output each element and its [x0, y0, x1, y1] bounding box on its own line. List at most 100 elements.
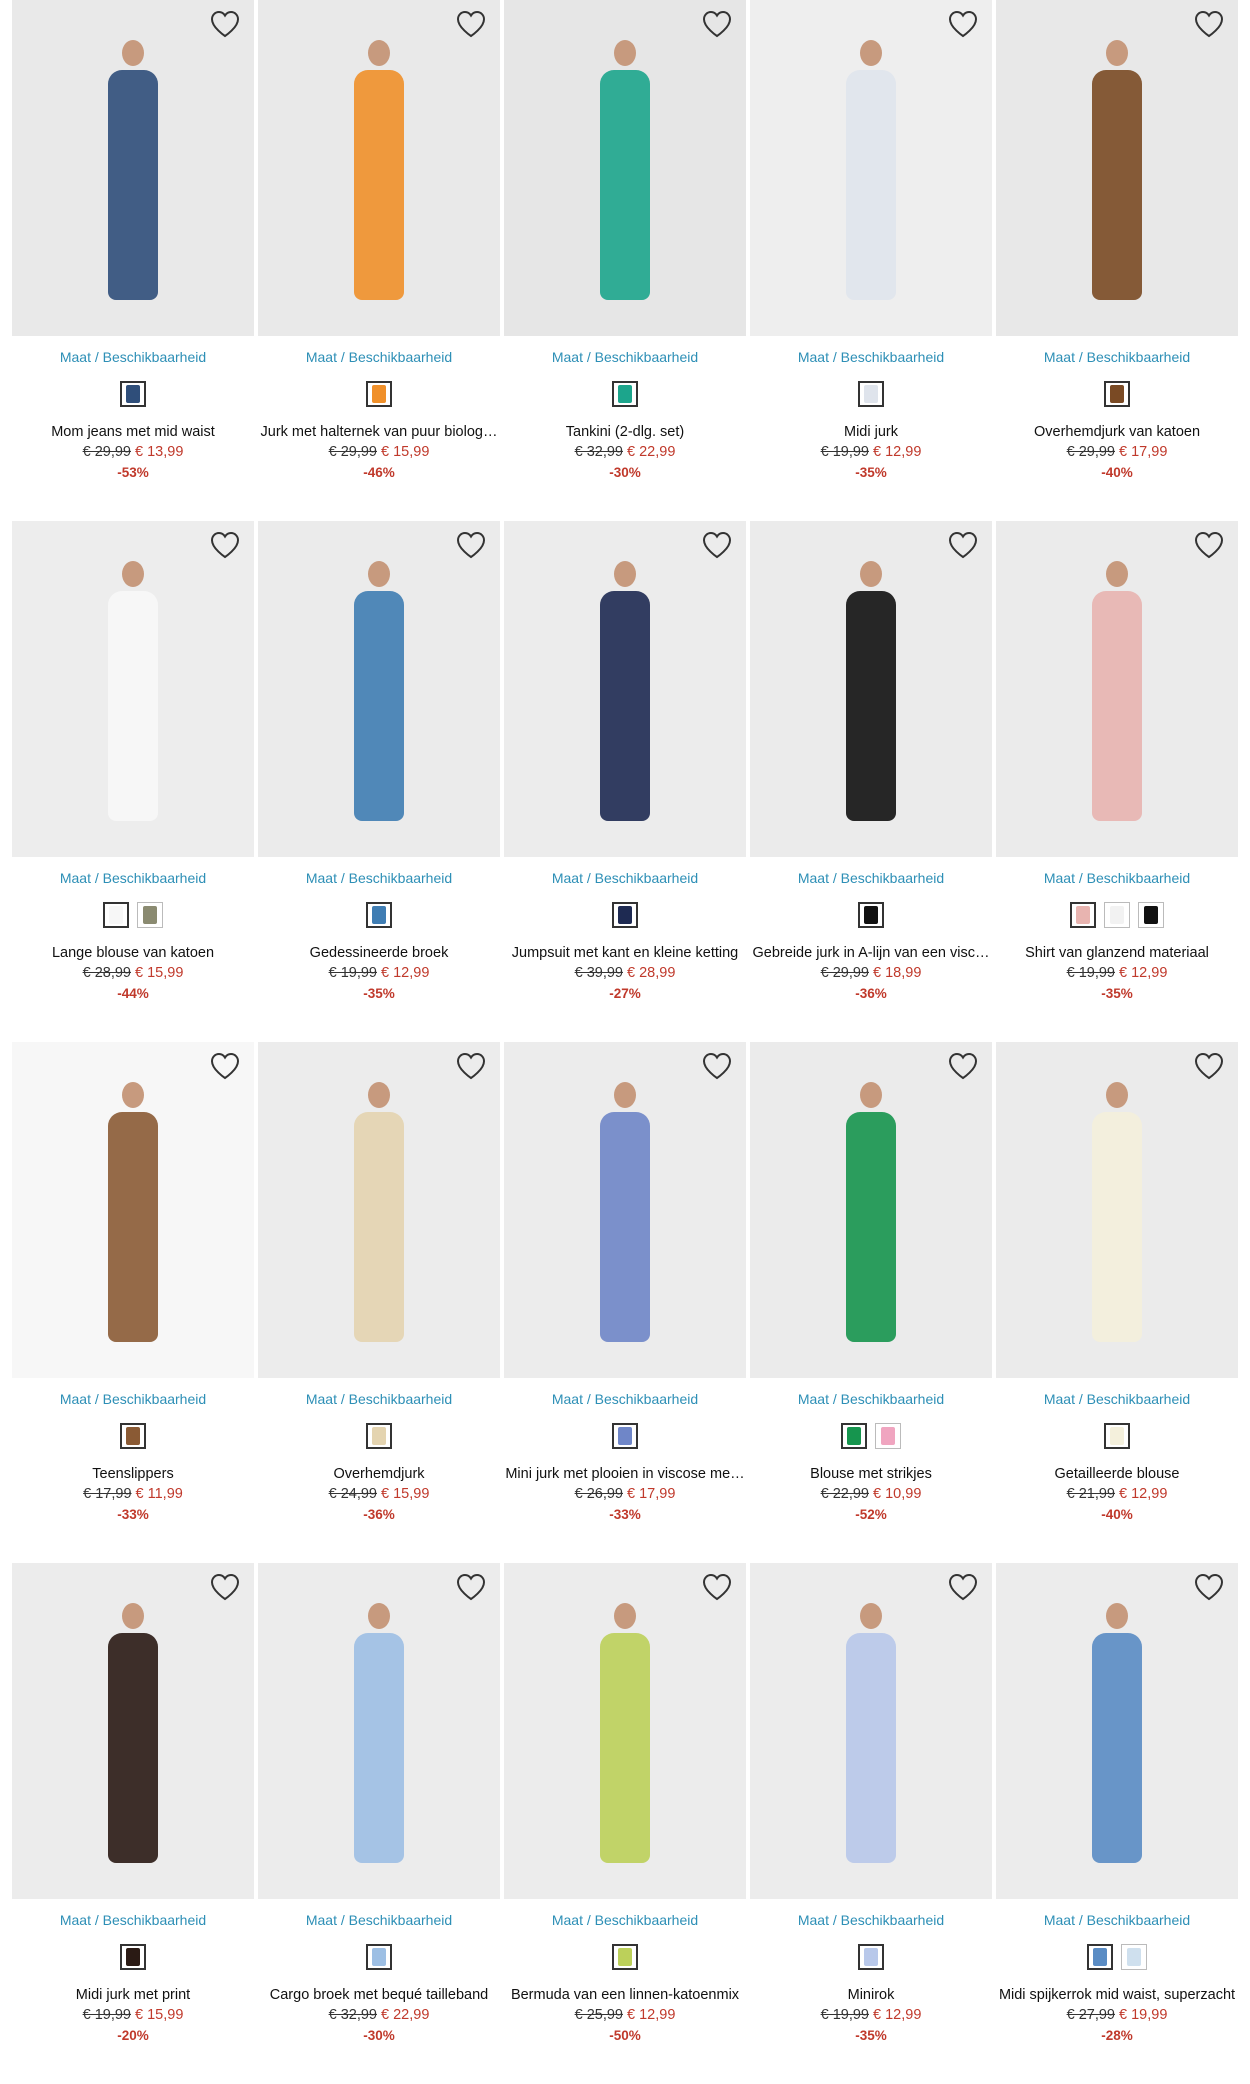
product-image[interactable] [504, 521, 746, 857]
product-image[interactable] [750, 1563, 992, 1899]
color-swatch[interactable] [612, 902, 638, 928]
product-image[interactable] [258, 521, 500, 857]
heart-icon[interactable] [702, 531, 732, 559]
color-swatch[interactable] [120, 381, 146, 407]
product-image[interactable] [996, 0, 1238, 336]
color-swatch[interactable] [612, 1423, 638, 1449]
heart-icon[interactable] [948, 1573, 978, 1601]
heart-icon[interactable] [1194, 1052, 1224, 1080]
size-availability-link[interactable]: Maat / Beschikbaarheid [996, 349, 1238, 365]
color-swatch[interactable] [875, 1423, 901, 1449]
size-availability-link[interactable]: Maat / Beschikbaarheid [12, 1912, 254, 1928]
size-availability-link[interactable]: Maat / Beschikbaarheid [12, 1391, 254, 1407]
product-image[interactable] [12, 521, 254, 857]
product-title[interactable]: Overhemdjurk [258, 1466, 500, 1482]
color-swatch[interactable] [612, 381, 638, 407]
size-availability-link[interactable]: Maat / Beschikbaarheid [258, 349, 500, 365]
product-card[interactable]: Maat / Beschikbaarheid Overhemdjurk € 24,9… [258, 1042, 500, 1563]
color-swatch[interactable] [120, 1944, 146, 1970]
heart-icon[interactable] [210, 531, 240, 559]
color-swatch[interactable] [103, 902, 129, 928]
product-title[interactable]: Teenslippers [12, 1466, 254, 1482]
product-card[interactable]: Maat / Beschikbaarheid Shirt van glanzend… [996, 521, 1238, 1042]
heart-icon[interactable] [948, 10, 978, 38]
product-title[interactable]: Bermuda van een linnen-katoenmix [504, 1987, 746, 2003]
product-title[interactable]: Jumpsuit met kant en kleine ketting [504, 945, 746, 961]
heart-icon[interactable] [1194, 10, 1224, 38]
size-availability-link[interactable]: Maat / Beschikbaarheid [12, 870, 254, 886]
product-image[interactable] [258, 1042, 500, 1378]
product-card[interactable]: Maat / Beschikbaarheid Teenslippers € 17,9… [12, 1042, 254, 1563]
heart-icon[interactable] [948, 1052, 978, 1080]
product-image[interactable] [504, 1563, 746, 1899]
color-swatch[interactable] [137, 902, 163, 928]
size-availability-link[interactable]: Maat / Beschikbaarheid [504, 870, 746, 886]
product-image[interactable] [750, 521, 992, 857]
heart-icon[interactable] [948, 531, 978, 559]
heart-icon[interactable] [702, 1052, 732, 1080]
product-card[interactable]: Maat / Beschikbaarheid Jurk met halternek… [258, 0, 500, 521]
size-availability-link[interactable]: Maat / Beschikbaarheid [258, 1391, 500, 1407]
heart-icon[interactable] [1194, 1573, 1224, 1601]
product-card[interactable]: Maat / Beschikbaarheid Midi jurk € 19,99 € … [750, 0, 992, 521]
size-availability-link[interactable]: Maat / Beschikbaarheid [504, 1391, 746, 1407]
color-swatch[interactable] [1104, 1423, 1130, 1449]
heart-icon[interactable] [702, 10, 732, 38]
product-title[interactable]: Mini jurk met plooien in viscose me… [504, 1466, 746, 1482]
product-card[interactable]: Maat / Beschikbaarheid Tankini (2-dlg. se… [504, 0, 746, 521]
product-image[interactable] [12, 1042, 254, 1378]
product-title[interactable]: Cargo broek met bequé tailleband [258, 1987, 500, 2003]
product-card[interactable]: Maat / Beschikbaarheid Gedessineerde broe… [258, 521, 500, 1042]
size-availability-link[interactable]: Maat / Beschikbaarheid [750, 1391, 992, 1407]
color-swatch[interactable] [1087, 1944, 1113, 1970]
size-availability-link[interactable]: Maat / Beschikbaarheid [12, 349, 254, 365]
product-image[interactable] [504, 0, 746, 336]
product-title[interactable]: Mom jeans met mid waist [12, 424, 254, 440]
color-swatch[interactable] [858, 381, 884, 407]
product-image[interactable] [258, 0, 500, 336]
product-title[interactable]: Jurk met halternek van puur biolog… [258, 424, 500, 440]
heart-icon[interactable] [210, 1052, 240, 1080]
product-image[interactable] [996, 521, 1238, 857]
color-swatch[interactable] [366, 902, 392, 928]
heart-icon[interactable] [456, 1573, 486, 1601]
size-availability-link[interactable]: Maat / Beschikbaarheid [996, 870, 1238, 886]
color-swatch[interactable] [1104, 902, 1130, 928]
product-title[interactable]: Lange blouse van katoen [12, 945, 254, 961]
product-card[interactable]: Maat / Beschikbaarheid Cargo broek met be… [258, 1563, 500, 2084]
heart-icon[interactable] [456, 1052, 486, 1080]
heart-icon[interactable] [210, 1573, 240, 1601]
size-availability-link[interactable]: Maat / Beschikbaarheid [258, 870, 500, 886]
product-title[interactable]: Minirok [750, 1987, 992, 2003]
product-title[interactable]: Tankini (2-dlg. set) [504, 424, 746, 440]
product-image[interactable] [504, 1042, 746, 1378]
product-card[interactable]: Maat / Beschikbaarheid Bermuda van een li… [504, 1563, 746, 2084]
heart-icon[interactable] [702, 1573, 732, 1601]
size-availability-link[interactable]: Maat / Beschikbaarheid [504, 1912, 746, 1928]
product-card[interactable]: Maat / Beschikbaarheid Lange blouse van k… [12, 521, 254, 1042]
product-title[interactable]: Gebreide jurk in A-lijn van een visc… [750, 945, 992, 961]
product-title[interactable]: Overhemdjurk van katoen [996, 424, 1238, 440]
product-card[interactable]: Maat / Beschikbaarheid Minirok € 19,99 € 12… [750, 1563, 992, 2084]
product-card[interactable]: Maat / Beschikbaarheid Midi jurk met prin… [12, 1563, 254, 2084]
color-swatch[interactable] [612, 1944, 638, 1970]
product-image[interactable] [12, 1563, 254, 1899]
size-availability-link[interactable]: Maat / Beschikbaarheid [996, 1391, 1238, 1407]
size-availability-link[interactable]: Maat / Beschikbaarheid [750, 870, 992, 886]
product-card[interactable]: Maat / Beschikbaarheid Blouse met strikje… [750, 1042, 992, 1563]
heart-icon[interactable] [210, 10, 240, 38]
product-image[interactable] [750, 1042, 992, 1378]
product-image[interactable] [996, 1042, 1238, 1378]
product-card[interactable]: Maat / Beschikbaarheid Gebreide jurk in A… [750, 521, 992, 1042]
heart-icon[interactable] [1194, 531, 1224, 559]
color-swatch[interactable] [120, 1423, 146, 1449]
product-card[interactable]: Maat / Beschikbaarheid Mom jeans met mid … [12, 0, 254, 521]
size-availability-link[interactable]: Maat / Beschikbaarheid [996, 1912, 1238, 1928]
product-card[interactable]: Maat / Beschikbaarheid Overhemdjurk van k… [996, 0, 1238, 521]
color-swatch[interactable] [366, 1423, 392, 1449]
color-swatch[interactable] [858, 1944, 884, 1970]
product-card[interactable]: Maat / Beschikbaarheid Jumpsuit met kant … [504, 521, 746, 1042]
product-image[interactable] [750, 0, 992, 336]
product-card[interactable]: Maat / Beschikbaarheid Mini jurk met ploo… [504, 1042, 746, 1563]
color-swatch[interactable] [858, 902, 884, 928]
